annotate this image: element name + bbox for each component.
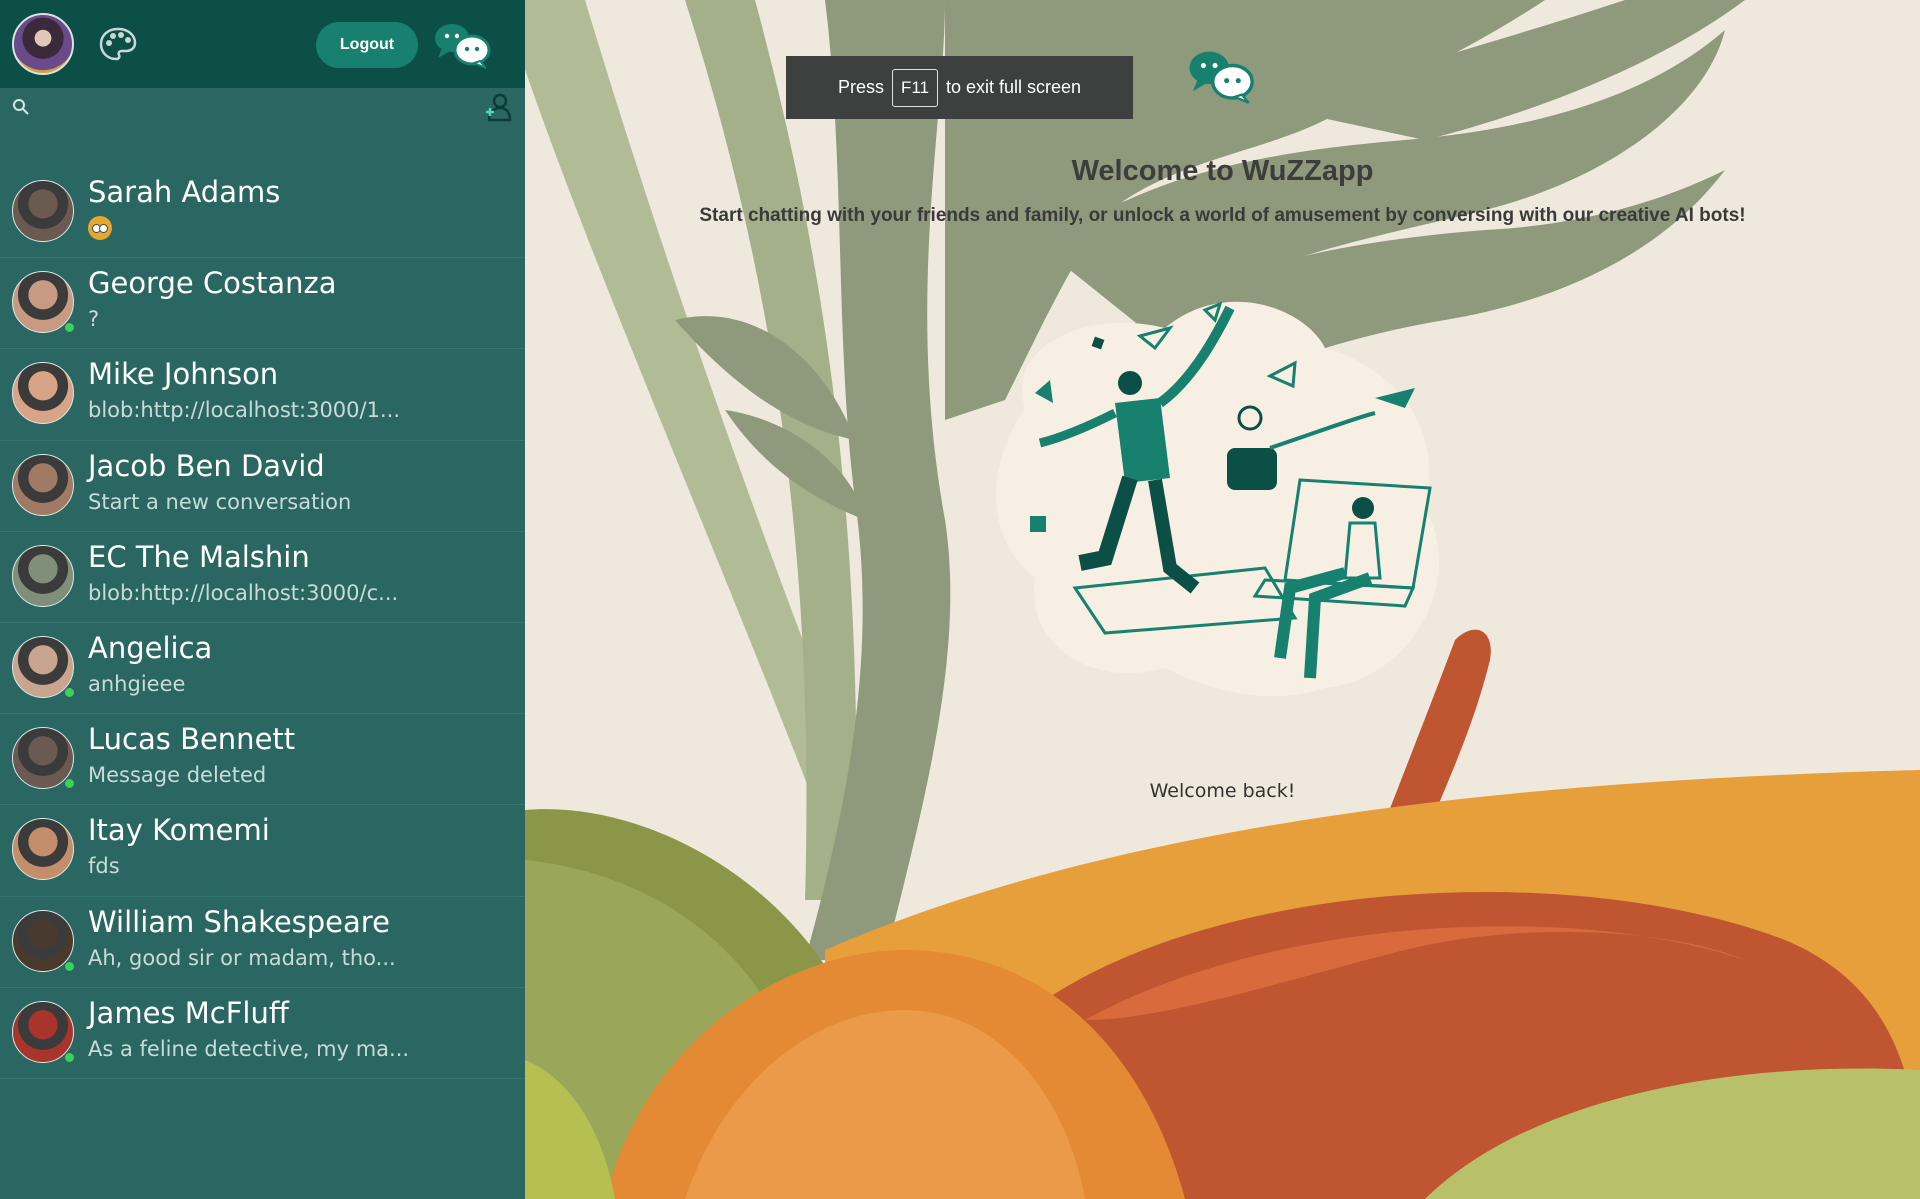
last-message-preview: Message deleted: [88, 763, 267, 788]
sidebar-header: Logout: [0, 0, 525, 88]
online-status-dot: [64, 1051, 75, 1063]
palette-icon[interactable]: [98, 26, 138, 62]
search-input[interactable]: [40, 94, 470, 122]
last-message-preview: fds: [88, 854, 120, 879]
chat-list-item[interactable]: Angelica anhgieee: [0, 623, 525, 715]
chat-list-item[interactable]: Mike Johnson blob:http://localhost:3000/…: [0, 349, 525, 441]
search-bar: [0, 88, 525, 128]
last-message-preview: ?: [88, 307, 100, 332]
contact-name: Lucas Bennett: [88, 722, 296, 757]
search-icon: [13, 99, 29, 115]
online-status-dot: [64, 778, 75, 790]
fullscreen-notice: Press F11 to exit full screen: [786, 56, 1133, 119]
fullscreen-notice-text: to exit full screen: [946, 77, 1082, 97]
contact-avatar: [12, 180, 74, 242]
last-message-preview: blob:http://localhost:3000/1...: [88, 398, 400, 423]
welcome-back-message: Welcome back!: [1149, 780, 1296, 802]
chat-list-item[interactable]: William Shakespeare Ah, good sir or mada…: [0, 897, 525, 988]
add-user-icon[interactable]: [484, 92, 512, 122]
online-status-dot: [64, 322, 75, 334]
online-status-dot: [64, 686, 75, 698]
wuzzapp-logo-icon: [435, 24, 491, 69]
logout-button[interactable]: Logout: [316, 22, 418, 68]
last-message-preview: As a feline detective, my ma...: [88, 1036, 410, 1061]
last-message-preview: blob:http://localhost:3000/c...: [88, 580, 399, 605]
wuzzapp-logo-icon: [1189, 51, 1254, 104]
chat-list: Sarah Adams George Costanza ? Mike Johns…: [0, 167, 525, 1079]
sticker-emoji-icon: [88, 216, 112, 240]
contact-name: EC The Malshin: [88, 539, 310, 574]
contact-name: George Costanza: [88, 266, 337, 301]
contact-name: James McFluff: [88, 995, 289, 1030]
user-avatar[interactable]: [12, 13, 74, 75]
contact-name: Angelica: [88, 630, 213, 665]
contact-avatar: [12, 544, 74, 607]
main-panel: Press F11 to exit full screen Welcome to…: [525, 0, 1920, 1199]
chat-list-item[interactable]: George Costanza ?: [0, 258, 525, 350]
welcome-title: Welcome to WuZZapp: [1071, 155, 1374, 187]
contact-name: Itay Komemi: [88, 813, 270, 848]
contact-avatar: [12, 818, 74, 881]
contact-avatar: [12, 453, 74, 516]
chat-list-item[interactable]: EC The Malshin blob:http://localhost:300…: [0, 532, 525, 623]
f11-key: F11: [891, 68, 938, 107]
chat-list-item[interactable]: Itay Komemi fds: [0, 805, 525, 897]
last-message-preview: Start a new conversation: [88, 489, 352, 514]
contact-name: Jacob Ben David: [88, 448, 325, 483]
people-celebrating-illustration: [996, 301, 1439, 697]
last-message-preview: anhgieee: [88, 671, 186, 696]
online-status-dot: [64, 960, 75, 972]
contact-avatar: [12, 362, 74, 425]
chat-list-item[interactable]: James McFluff As a feline detective, my …: [0, 988, 525, 1079]
sidebar: Logout Sarah Adams George Costanza ? Mik…: [0, 0, 525, 1199]
last-message-preview: [88, 216, 112, 245]
contact-name: Sarah Adams: [88, 175, 281, 209]
chat-list-item[interactable]: Jacob Ben David Start a new conversation: [0, 441, 525, 532]
chat-list-item[interactable]: Sarah Adams: [0, 167, 525, 259]
last-message-preview: Ah, good sir or madam, tho...: [88, 945, 396, 970]
welcome-subtitle: Start chatting with your friends and fam…: [699, 205, 1746, 226]
fullscreen-notice-press: Press: [837, 77, 884, 97]
contact-name: Mike Johnson: [88, 357, 279, 392]
chat-list-item[interactable]: Lucas Bennett Message deleted: [0, 714, 525, 806]
contact-name: William Shakespeare: [88, 904, 390, 939]
